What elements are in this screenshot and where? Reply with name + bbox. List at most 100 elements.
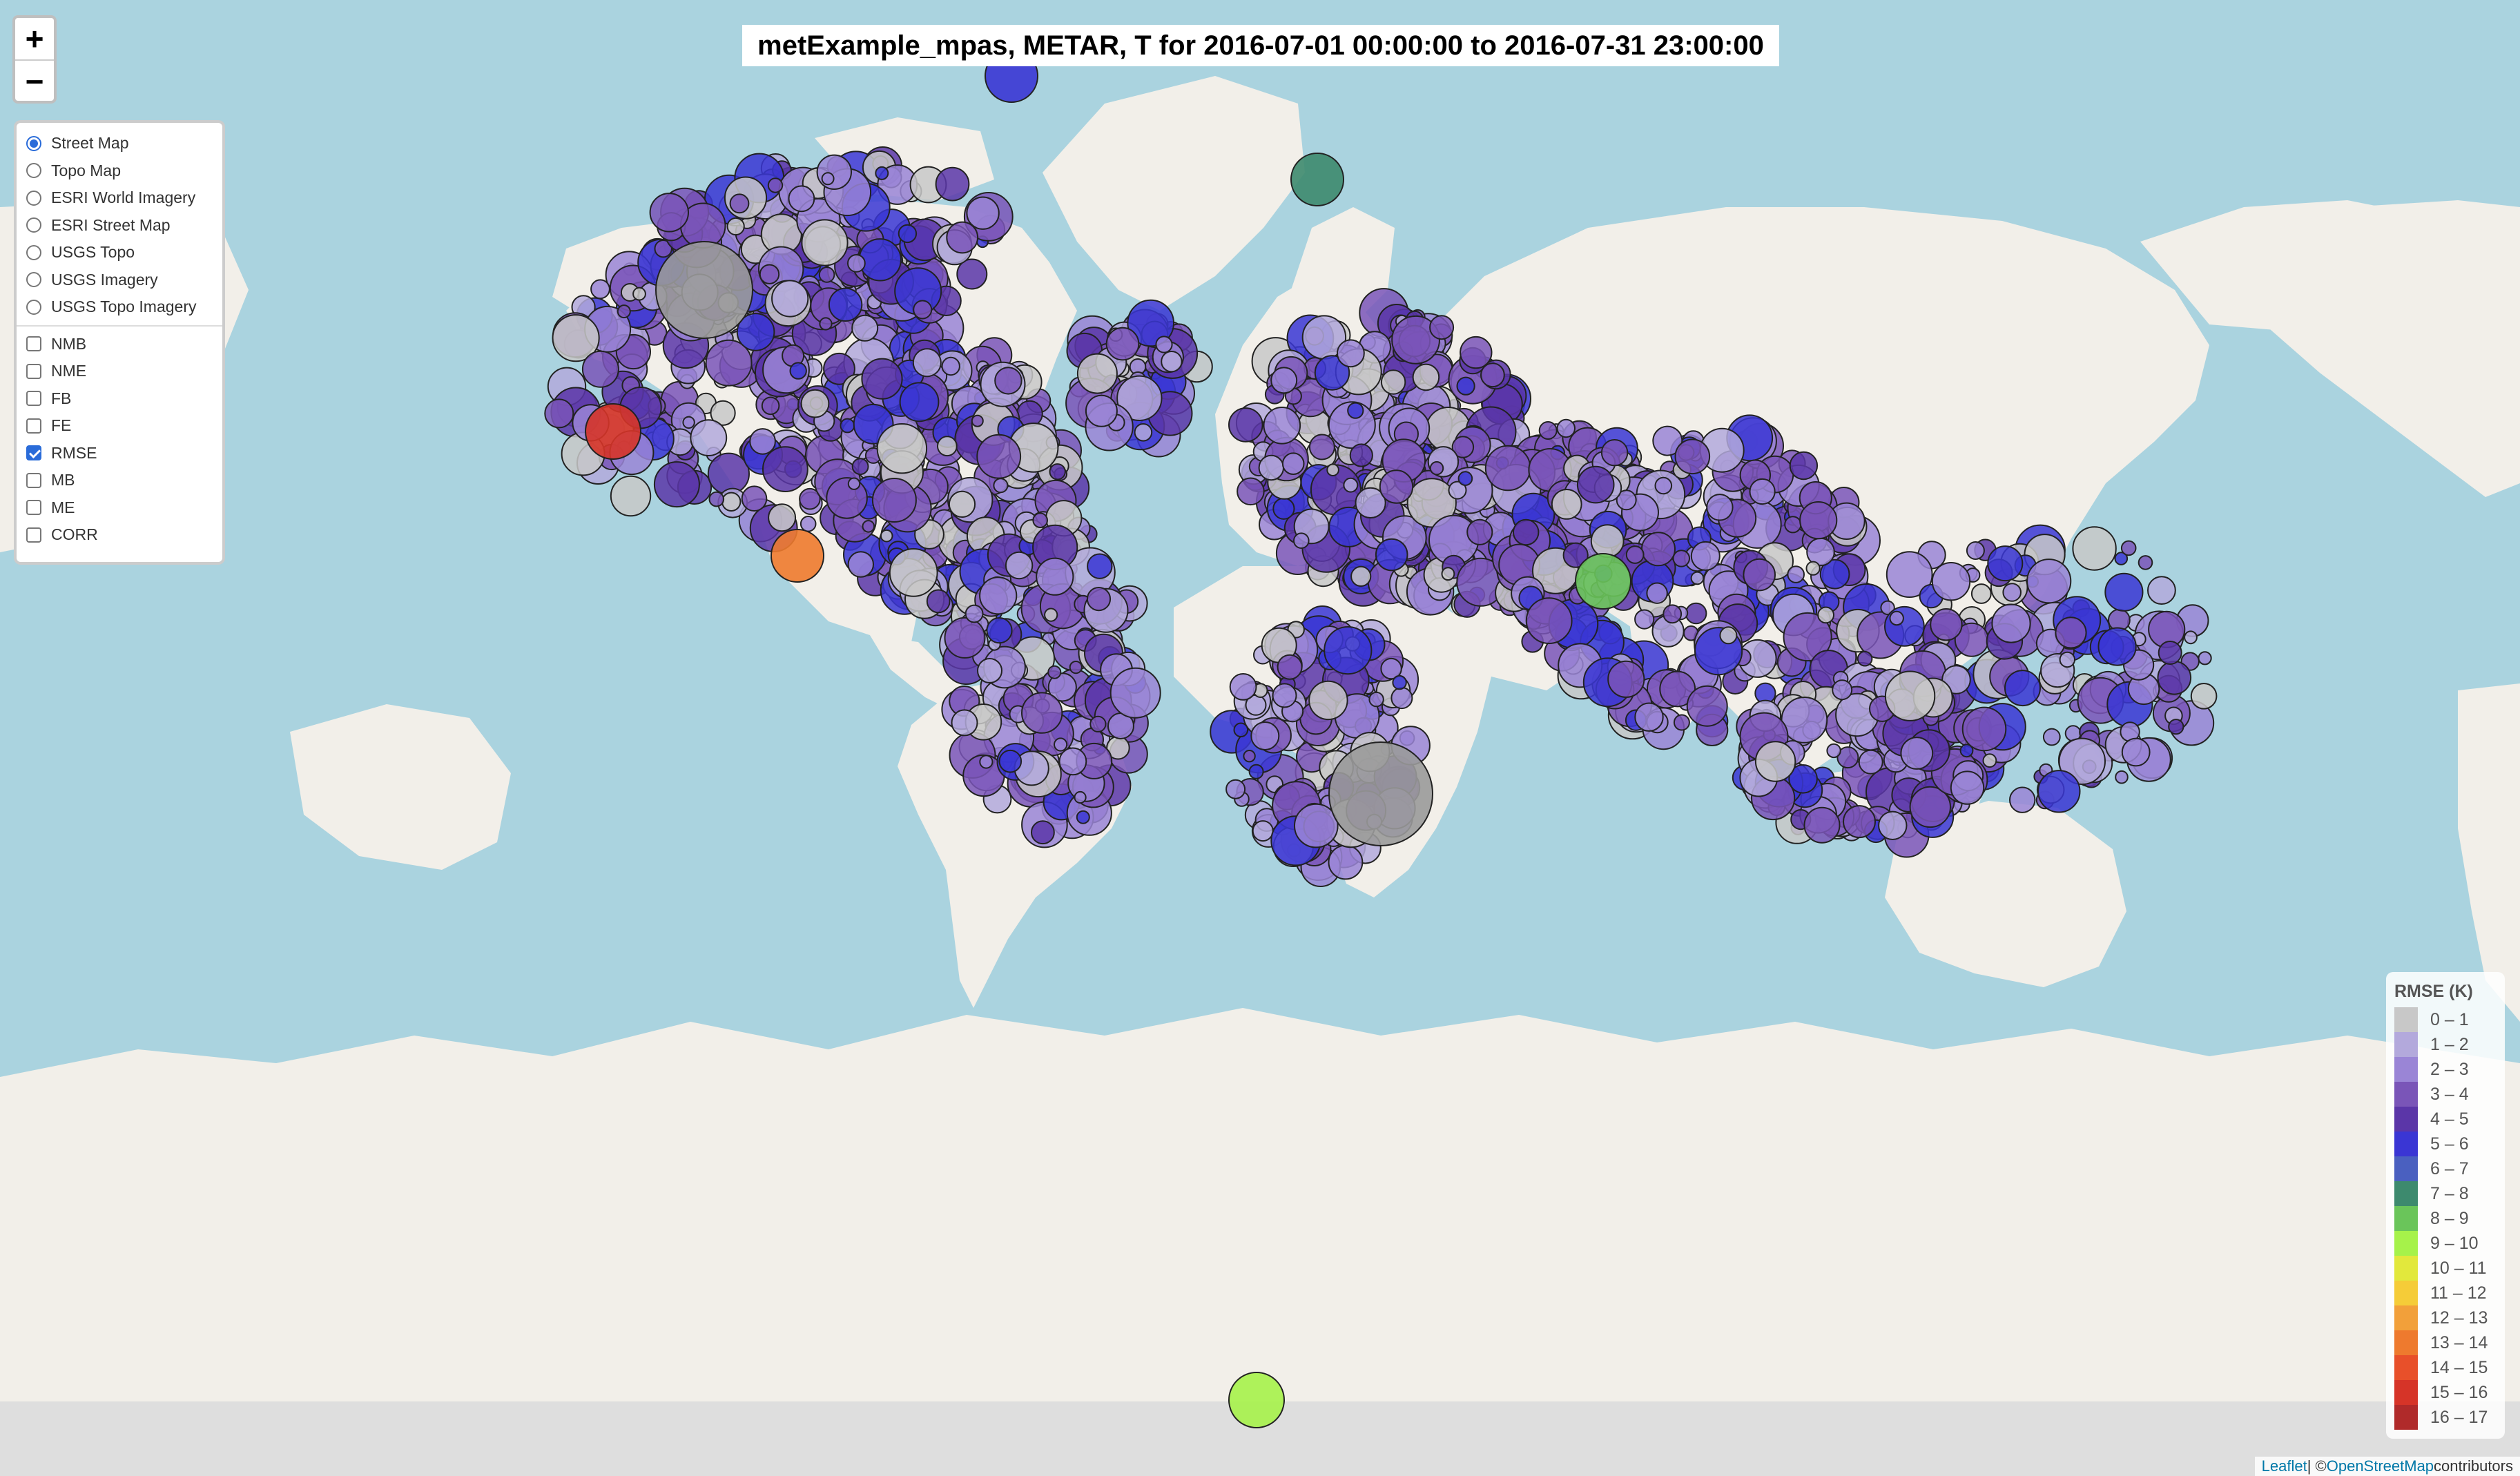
- station-marker[interactable]: [2037, 770, 2081, 813]
- station-marker[interactable]: [1441, 567, 1455, 581]
- station-marker[interactable]: [2157, 661, 2192, 695]
- station-marker[interactable]: [1250, 721, 1280, 750]
- station-marker[interactable]: [1085, 394, 1118, 427]
- station-marker[interactable]: [1858, 749, 1883, 775]
- station-marker[interactable]: [898, 224, 918, 244]
- overlay-fe[interactable]: FE: [26, 412, 213, 440]
- station-marker[interactable]: [840, 418, 855, 434]
- station-marker[interactable]: [1803, 806, 1841, 844]
- station-marker[interactable]: [816, 154, 853, 191]
- station-marker[interactable]: [1326, 463, 1339, 477]
- station-marker[interactable]: [1784, 516, 1802, 534]
- station-marker[interactable]: [1337, 339, 1365, 368]
- station-marker[interactable]: [1328, 844, 1364, 880]
- station-marker[interactable]: [944, 616, 986, 659]
- station-marker[interactable]: [1686, 685, 1728, 727]
- station-marker[interactable]: [1069, 661, 1083, 674]
- overlay-rmse[interactable]: RMSE: [26, 440, 213, 467]
- station-marker[interactable]: [1551, 489, 1582, 520]
- station-marker[interactable]: [1525, 597, 1573, 644]
- station-marker[interactable]: [770, 529, 824, 583]
- station-marker[interactable]: [1817, 606, 1835, 624]
- station-marker[interactable]: [1036, 557, 1074, 596]
- overlay-corr[interactable]: CORR: [26, 521, 213, 549]
- station-marker[interactable]: [1270, 367, 1298, 394]
- base-layer-usgs-topo-imagery[interactable]: USGS Topo Imagery: [26, 293, 213, 321]
- station-marker[interactable]: [977, 658, 1002, 683]
- station-marker[interactable]: [2168, 719, 2184, 735]
- station-marker[interactable]: [1663, 604, 1683, 624]
- station-marker[interactable]: [1685, 602, 1707, 625]
- overlay-mb[interactable]: MB: [26, 467, 213, 494]
- station-marker[interactable]: [1480, 362, 1505, 388]
- station-marker[interactable]: [610, 475, 652, 517]
- station-marker[interactable]: [1233, 722, 1249, 738]
- station-marker[interactable]: [1575, 553, 1631, 610]
- station-marker[interactable]: [2138, 555, 2153, 570]
- station-marker[interactable]: [690, 419, 728, 456]
- station-marker[interactable]: [1590, 524, 1625, 558]
- base-layer-esri-world-imagery[interactable]: ESRI World Imagery: [26, 184, 213, 212]
- station-marker[interactable]: [1076, 810, 1090, 824]
- station-marker[interactable]: [847, 477, 861, 490]
- radio-usgs-imagery[interactable]: [26, 272, 41, 288]
- station-marker[interactable]: [1293, 532, 1310, 550]
- station-marker[interactable]: [926, 589, 951, 614]
- station-marker[interactable]: [1634, 609, 1655, 630]
- station-marker[interactable]: [951, 709, 978, 737]
- station-marker[interactable]: [2190, 683, 2218, 710]
- station-marker[interactable]: [858, 238, 902, 282]
- radio-street-map[interactable]: [26, 135, 41, 151]
- overlay-me[interactable]: ME: [26, 494, 213, 522]
- station-marker[interactable]: [1805, 561, 1821, 576]
- station-marker[interactable]: [946, 221, 979, 254]
- station-marker[interactable]: [1076, 353, 1118, 394]
- station-marker[interactable]: [851, 458, 869, 476]
- station-marker[interactable]: [1930, 608, 1963, 641]
- station-marker[interactable]: [1754, 741, 1796, 782]
- station-marker[interactable]: [1390, 687, 1413, 710]
- station-marker[interactable]: [1884, 605, 1925, 647]
- station-marker[interactable]: [1350, 565, 1372, 588]
- zoom-in-button[interactable]: +: [15, 18, 54, 59]
- station-marker[interactable]: [948, 490, 976, 518]
- world-map[interactable]: [0, 0, 2520, 1476]
- station-marker[interactable]: [1749, 478, 1776, 505]
- station-marker[interactable]: [1900, 737, 1934, 770]
- station-marker[interactable]: [913, 300, 933, 320]
- station-marker[interactable]: [1248, 764, 1264, 779]
- station-marker[interactable]: [789, 362, 807, 380]
- station-marker[interactable]: [1161, 351, 1183, 373]
- station-marker[interactable]: [966, 196, 1000, 230]
- station-marker[interactable]: [1672, 550, 1691, 567]
- station-marker[interactable]: [761, 396, 780, 416]
- station-marker[interactable]: [1277, 654, 1303, 680]
- station-marker[interactable]: [2184, 630, 2198, 645]
- station-marker[interactable]: [826, 477, 868, 519]
- station-marker[interactable]: [1513, 518, 1540, 546]
- station-marker[interactable]: [2055, 616, 2087, 649]
- station-marker[interactable]: [2002, 583, 2022, 602]
- station-marker[interactable]: [544, 398, 574, 429]
- station-marker[interactable]: [935, 166, 970, 202]
- station-marker[interactable]: [1466, 518, 1493, 545]
- station-marker[interactable]: [1690, 541, 1721, 571]
- station-marker[interactable]: [889, 548, 938, 597]
- station-marker[interactable]: [581, 350, 619, 388]
- station-marker[interactable]: [1272, 683, 1297, 708]
- station-marker[interactable]: [1787, 565, 1805, 583]
- station-marker[interactable]: [1032, 512, 1048, 529]
- station-marker[interactable]: [1641, 532, 1676, 567]
- station-marker[interactable]: [861, 358, 903, 400]
- station-marker[interactable]: [1086, 587, 1112, 612]
- station-marker[interactable]: [1429, 315, 1455, 340]
- station-marker[interactable]: [649, 193, 689, 233]
- station-marker[interactable]: [1058, 747, 1087, 776]
- overlay-nmb[interactable]: NMB: [26, 331, 213, 358]
- station-marker[interactable]: [2198, 651, 2212, 666]
- station-marker[interactable]: [2059, 651, 2076, 668]
- station-marker[interactable]: [1625, 545, 1645, 564]
- station-marker[interactable]: [1005, 551, 1034, 580]
- station-marker[interactable]: [2042, 728, 2061, 746]
- station-marker[interactable]: [708, 491, 725, 507]
